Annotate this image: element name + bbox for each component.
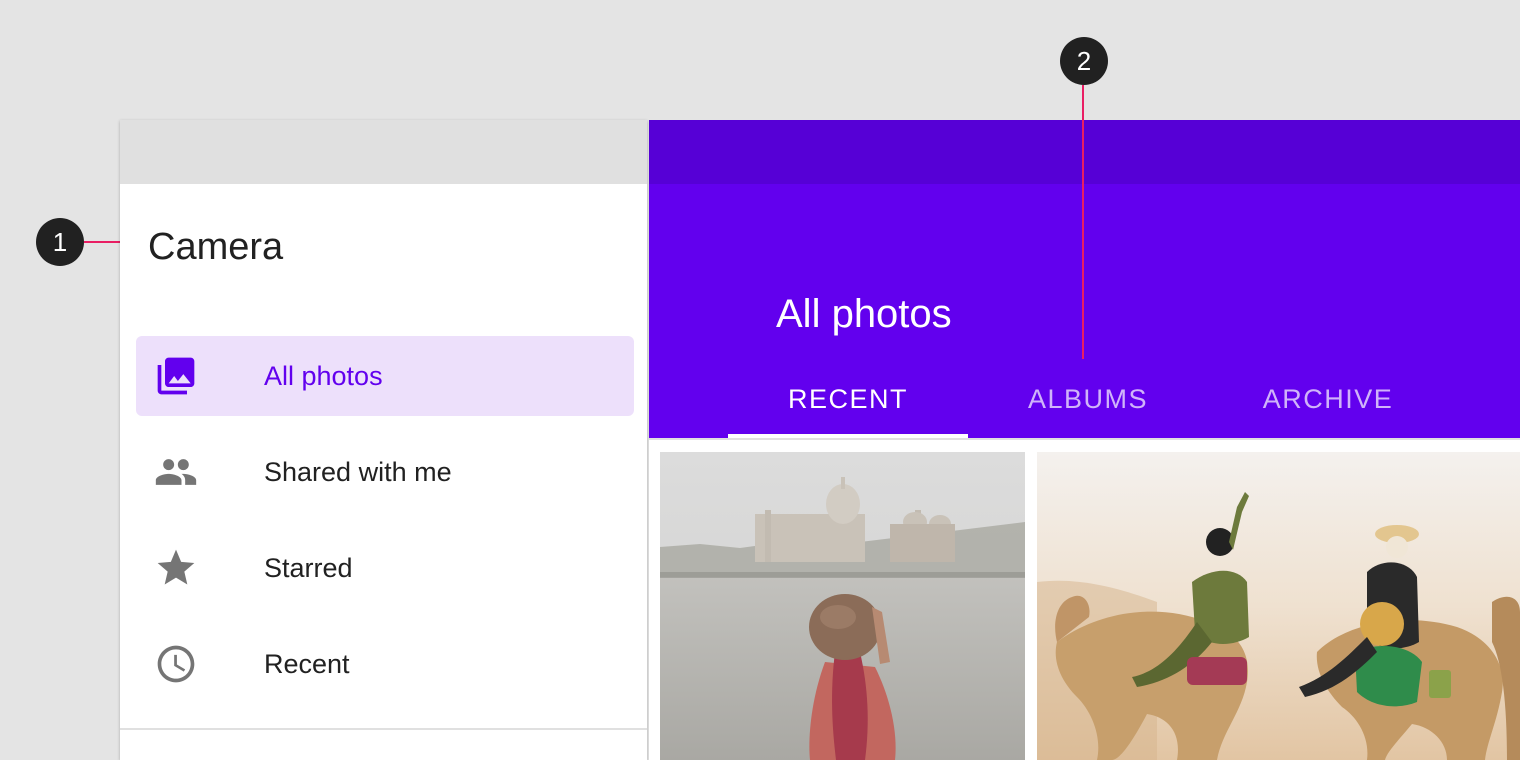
callout-badge-2: 2: [1060, 37, 1108, 85]
nav-item-all-photos[interactable]: All photos: [136, 336, 634, 416]
tab-archive[interactable]: ARCHIVE: [1208, 360, 1448, 438]
callout-number: 1: [52, 226, 68, 257]
camel-riders-photo: [1037, 452, 1520, 760]
tab-recent[interactable]: RECENT: [728, 360, 968, 438]
nav-item-starred[interactable]: Starred: [136, 528, 634, 608]
photo-library-icon: [154, 354, 198, 398]
drawer-title: Camera: [148, 226, 284, 268]
drawer-divider: [120, 728, 647, 730]
callout-line-1: [84, 241, 120, 243]
people-icon: [154, 450, 198, 494]
photo-thumbnail[interactable]: [1037, 452, 1520, 760]
tab-albums[interactable]: ALBUMS: [968, 360, 1208, 438]
page-title: All photos: [776, 292, 952, 336]
main-app: All photos RECENT ALBUMS ARCHIVE: [649, 120, 1520, 760]
nav-item-label: Recent: [264, 648, 350, 679]
clock-icon: [154, 642, 198, 686]
nav-item-label: All photos: [264, 360, 383, 391]
navigation-drawer: Camera All photos Shared with me Starred…: [120, 120, 647, 760]
tab-label: ALBUMS: [1027, 383, 1149, 414]
nav-item-label: Shared with me: [264, 456, 452, 487]
nav-item-shared-with-me[interactable]: Shared with me: [136, 432, 634, 512]
app-divider: [649, 438, 1520, 440]
tab-label: ARCHIVE: [1262, 383, 1394, 414]
callout-badge-1: 1: [36, 218, 84, 266]
nav-item-recent[interactable]: Recent: [136, 624, 634, 704]
tab-overflow-hint: [1516, 360, 1520, 438]
app-status-bar: [649, 120, 1520, 184]
photo-thumbnail[interactable]: [660, 452, 1025, 760]
drawer-status-bar: [120, 120, 647, 184]
nav-item-label: Starred: [264, 552, 353, 583]
tab-label: RECENT: [787, 383, 908, 414]
taj-mahal-photo: [660, 452, 1025, 760]
callout-number: 2: [1076, 45, 1092, 76]
star-icon: [154, 546, 198, 590]
callout-line-2: [1082, 85, 1084, 359]
